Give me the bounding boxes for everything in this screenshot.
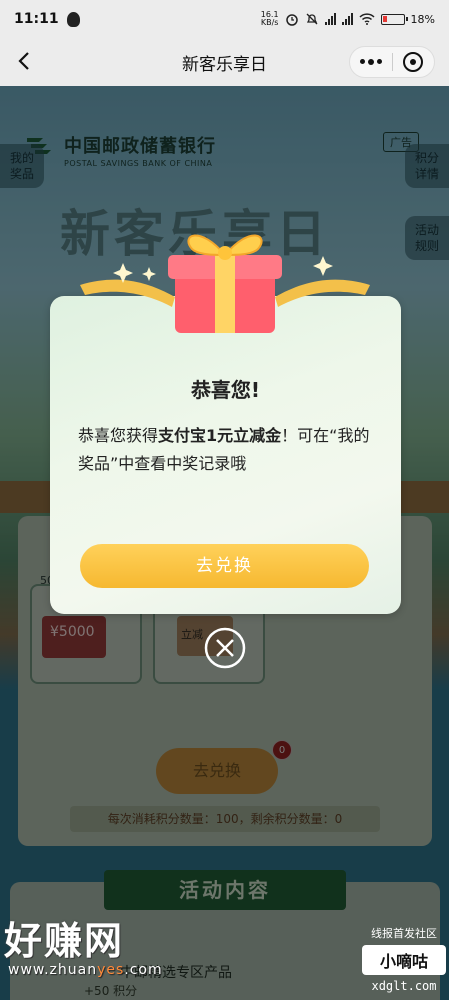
watermark-url: www.zhuanyes.com: [8, 962, 163, 978]
watermark-brand: 好赚网: [4, 919, 125, 963]
watermark-domain: xdglt.com: [371, 979, 437, 993]
watermark-right: 线报首发社区 小嘀咕 xdglt.com: [362, 925, 446, 993]
gift-box-icon: [80, 234, 370, 333]
status-time: 11:11: [14, 11, 59, 27]
status-icons: 16.1 KB/s 18%: [261, 11, 435, 27]
miniapp-capsule: [349, 46, 435, 78]
wifi-icon: [359, 13, 375, 25]
signal-icon-2: [341, 13, 353, 25]
battery-percent: 18%: [410, 12, 435, 26]
prize-highlight: 支付宝1元立减金: [158, 426, 282, 445]
battery-icon: [380, 13, 408, 25]
back-arrow-icon[interactable]: [14, 50, 36, 72]
modal-message: 恭喜您获得支付宝1元立减金！可在“我的奖品”中查看中奖记录哦: [78, 426, 370, 473]
mute-icon: [306, 13, 318, 25]
signal-icon-1: [324, 13, 336, 25]
status-bar: 11:11 16.1 KB/s 18%: [0, 0, 449, 38]
qq-icon: [66, 11, 80, 27]
watermark-site-name: 小嘀咕: [362, 945, 446, 975]
nav-bar: 新客乐享日: [0, 38, 449, 86]
watermark-left: 好赚网 www.zhuanyes.com: [4, 910, 162, 978]
network-speed: 16.1 KB/s: [260, 10, 279, 27]
more-icon[interactable]: [350, 59, 392, 65]
watermark-slogan: 线报首发社区: [371, 927, 437, 940]
alarm-icon: [285, 14, 298, 26]
miniapp-close-icon[interactable]: [392, 52, 434, 72]
close-modal-icon[interactable]: [204, 627, 246, 669]
redeem-button[interactable]: 去兑换: [80, 544, 369, 588]
modal-title: 恭喜您!: [190, 378, 261, 402]
prize-modal: 恭喜您! 恭喜您获得支付宝1元立减金！可在“我的奖品”中查看中奖记录哦 去兑换: [50, 296, 401, 614]
